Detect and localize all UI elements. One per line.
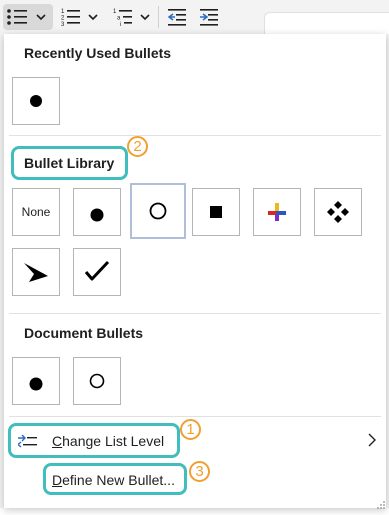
numbering-button[interactable]: 1 2 3 [58, 4, 102, 30]
svg-text:a: a [117, 16, 121, 22]
resize-grip-icon[interactable] [376, 497, 386, 515]
decrease-indent-button[interactable] [164, 4, 190, 30]
decrease-indent-icon [167, 9, 186, 26]
library-bullet-checkmark[interactable] [73, 248, 121, 296]
define-new-bullet-item[interactable]: Define New Bullet... [52, 469, 175, 491]
change-list-level-item[interactable]: Change List Level [18, 429, 164, 453]
library-bullet-none[interactable]: None [12, 188, 60, 236]
none-label: None [21, 205, 51, 219]
annotation-badge-1: 1 [180, 419, 201, 440]
checkmark-bullet-icon [84, 260, 110, 281]
bullets-icon [7, 9, 46, 25]
bullet-library-title: Bullet Library [24, 155, 115, 171]
recently-used-title: Recently Used Bullets [24, 45, 172, 61]
library-bullet-diamond-cluster[interactable] [314, 188, 362, 236]
library-bullet-color-cross[interactable] [253, 188, 301, 236]
hollow-circle-bullet-icon [149, 202, 167, 220]
document-bullets-title: Document Bullets [24, 325, 144, 341]
svg-text:1: 1 [113, 9, 117, 15]
numbering-icon: 1 2 3 [61, 9, 98, 27]
library-bullet-filled-square[interactable] [192, 188, 240, 236]
svg-text:1: 1 [61, 9, 65, 15]
annotation-badge-2: 2 [127, 136, 148, 157]
change-list-level-label: Change List Level [52, 433, 165, 449]
filled-square-bullet-icon [210, 206, 222, 218]
svg-text:2: 2 [61, 16, 65, 22]
ribbon-panel-edge [264, 12, 389, 35]
filled-circle-bullet-icon [29, 377, 43, 391]
diamond-cluster-bullet-icon [327, 201, 349, 223]
library-bullet-arrowhead[interactable] [12, 248, 60, 296]
filled-circle-bullet-icon [90, 208, 104, 222]
svg-text:3: 3 [61, 22, 65, 27]
toolbar-separator [158, 6, 159, 28]
recent-bullet-filled-circle[interactable] [12, 77, 60, 125]
library-bullet-hollow-circle[interactable] [130, 183, 186, 239]
toolbar: 1 2 3 1 a i [0, 0, 389, 35]
chevron-right-icon [368, 433, 376, 452]
document-bullet-hollow-circle[interactable] [73, 357, 121, 405]
annotation-badge-3: 3 [189, 461, 210, 482]
increase-indent-icon [200, 9, 218, 26]
document-bullet-filled-circle[interactable] [12, 357, 60, 405]
section-divider [9, 416, 381, 417]
library-bullet-filled-circle[interactable] [73, 188, 121, 236]
define-new-bullet-label: Define New Bullet... [52, 472, 175, 488]
section-divider [9, 135, 381, 136]
svg-text:i: i [120, 22, 121, 27]
color-cross-bullet-icon [268, 203, 286, 221]
multilevel-list-icon: 1 a i [113, 9, 150, 27]
hollow-circle-bullet-icon [89, 373, 105, 389]
bullets-button[interactable] [3, 4, 53, 30]
section-divider [9, 313, 381, 314]
multilevel-list-button[interactable]: 1 a i [110, 4, 154, 30]
increase-indent-button[interactable] [196, 4, 222, 30]
filled-circle-bullet-icon [30, 95, 42, 107]
change-list-level-icon [18, 434, 37, 448]
arrowhead-bullet-icon [24, 263, 48, 282]
